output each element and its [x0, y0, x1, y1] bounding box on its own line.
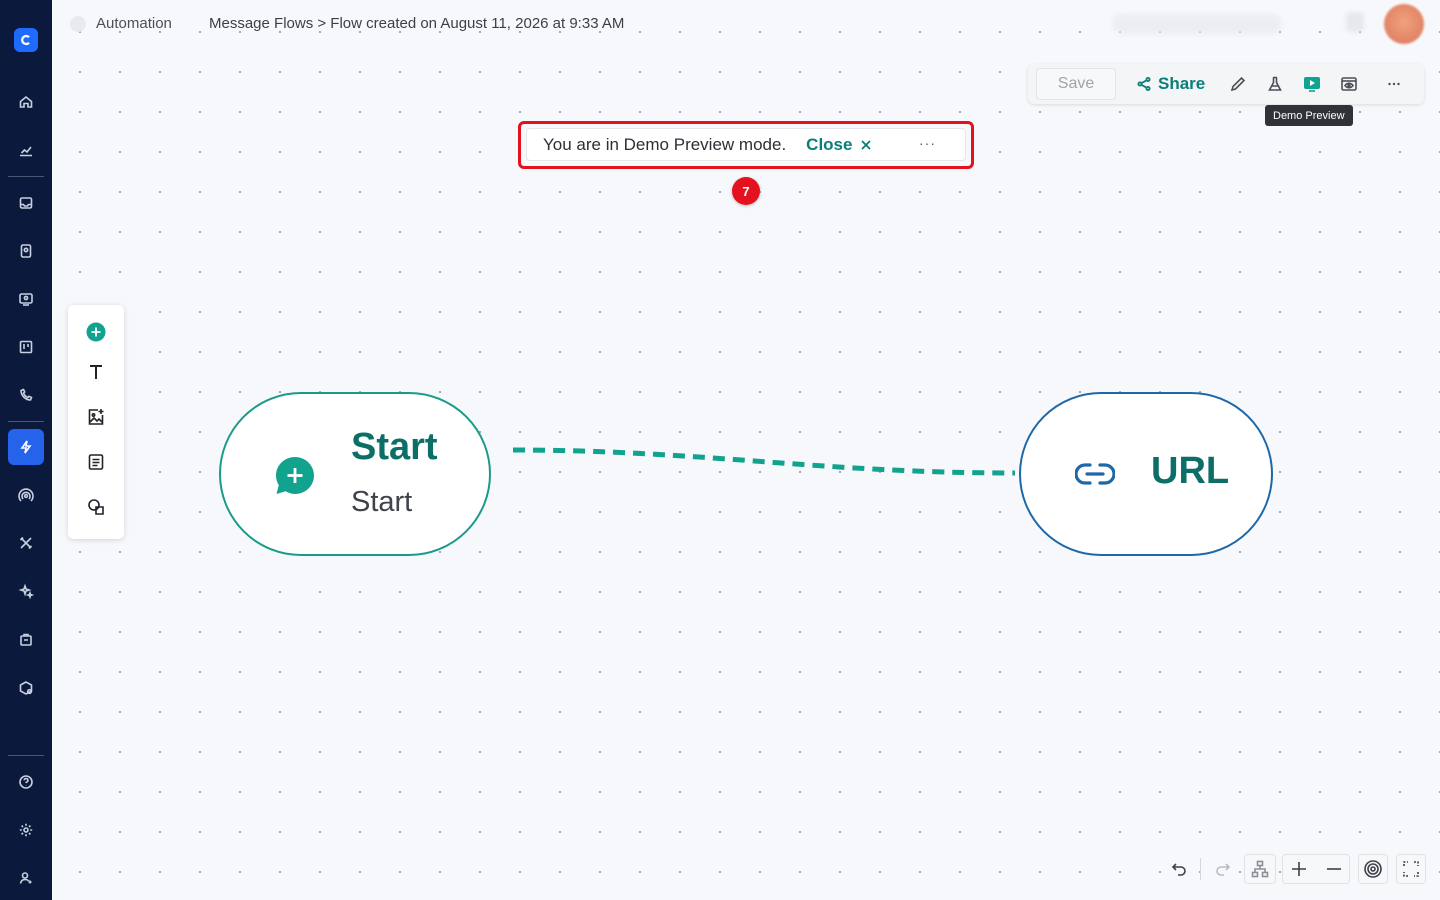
shapes-icon: [88, 499, 104, 515]
share-label: Share: [1158, 74, 1206, 93]
url-node-title: URL: [1151, 450, 1230, 492]
sidebar-item-user[interactable]: [8, 860, 44, 896]
settings-icon: [19, 823, 33, 837]
automation-icon: [20, 440, 32, 454]
help-icon: [19, 775, 33, 789]
url-node[interactable]: URL: [1019, 392, 1273, 556]
analytics-icon: [20, 146, 32, 157]
preview-button[interactable]: [1339, 74, 1359, 94]
undo-button[interactable]: [1166, 854, 1192, 884]
sidebar-item-automation[interactable]: [8, 429, 44, 465]
fit-view-button[interactable]: [1359, 854, 1387, 884]
pencil-icon: [1230, 76, 1246, 92]
demo-preview-tooltip: Demo Preview: [1265, 105, 1353, 126]
text-icon: [90, 365, 102, 379]
back-icon[interactable]: [70, 16, 86, 32]
image-icon: [88, 409, 104, 425]
sidebar-item-tools[interactable]: [8, 525, 44, 561]
add-node-button[interactable]: [84, 320, 108, 344]
link-icon: [1075, 463, 1115, 485]
breadcrumb-automation[interactable]: Automation: [96, 15, 172, 32]
fullscreen-button[interactable]: [1397, 854, 1425, 884]
plus-icon: [1292, 862, 1306, 876]
sidebar-item-home[interactable]: [8, 84, 44, 120]
notification-icon[interactable]: [1346, 12, 1364, 32]
flow-toolbar: Save Share: [1028, 64, 1424, 104]
app-logo[interactable]: [14, 28, 38, 52]
banner-text: You are in Demo Preview mode.: [543, 134, 787, 154]
flask-icon: [1268, 76, 1282, 91]
add-note-button[interactable]: [84, 450, 108, 474]
sidebar-item-commerce[interactable]: [8, 621, 44, 657]
hierarchy-icon: [1251, 860, 1269, 878]
note-icon: [88, 454, 104, 470]
home-icon: [19, 95, 33, 108]
sidebar-item-ai[interactable]: [8, 573, 44, 609]
add-shape-button[interactable]: [84, 495, 108, 519]
sidebar-item-contacts[interactable]: [8, 233, 44, 269]
add-text-button[interactable]: [84, 360, 108, 384]
add-node-icon: [86, 322, 106, 342]
control-divider: [1200, 858, 1201, 880]
minus-icon: [1327, 868, 1341, 870]
sidebar: [0, 0, 52, 900]
chat-icon: [19, 293, 33, 306]
zoom-in-button[interactable]: [1286, 854, 1312, 884]
fullscreen-icon: [1403, 861, 1419, 877]
commerce-icon: [20, 633, 32, 646]
blurred-status-pill: [1112, 14, 1282, 34]
share-button[interactable]: Share: [1136, 72, 1205, 96]
demo-preview-banner: You are in Demo Preview mode. Close ···: [526, 128, 966, 161]
tool-palette: [68, 305, 124, 539]
zoom-out-button[interactable]: [1321, 854, 1347, 884]
eye-window-icon: [1341, 77, 1357, 91]
redo-icon: [1216, 863, 1231, 876]
broadcast-icon: [18, 488, 34, 502]
banner-more-button[interactable]: ···: [919, 135, 936, 151]
integrations-icon: [19, 681, 33, 695]
start-node[interactable]: Start Start: [219, 392, 491, 556]
redo-button[interactable]: [1210, 854, 1236, 884]
contacts-icon: [20, 244, 32, 258]
sidebar-item-help[interactable]: [8, 764, 44, 800]
target-icon: [1364, 860, 1382, 878]
sidebar-item-phone[interactable]: [8, 377, 44, 413]
sidebar-item-analytics[interactable]: [8, 132, 44, 168]
sidebar-item-integrations[interactable]: [8, 670, 44, 706]
sidebar-item-settings[interactable]: [8, 812, 44, 848]
sidebar-item-chat[interactable]: [8, 281, 44, 317]
step-badge: 7: [732, 177, 760, 205]
auto-layout-button[interactable]: [1246, 854, 1274, 884]
avatar[interactable]: [1384, 4, 1424, 44]
add-image-button[interactable]: [84, 405, 108, 429]
ai-icon: [18, 583, 34, 599]
start-node-subtitle: Start: [351, 486, 413, 518]
banner-close-label: Close: [806, 134, 853, 154]
inbox-icon: [19, 197, 33, 209]
more-options-button[interactable]: [1384, 74, 1404, 94]
edit-button[interactable]: [1228, 74, 1248, 94]
start-node-title: Start: [351, 426, 438, 468]
sidebar-item-board[interactable]: [8, 329, 44, 365]
more-horizontal-icon: [1388, 82, 1400, 86]
close-icon: [861, 139, 872, 150]
sidebar-item-broadcast[interactable]: [8, 477, 44, 513]
user-icon: [19, 872, 32, 884]
save-button[interactable]: Save: [1036, 68, 1116, 100]
tools-icon: [19, 536, 33, 550]
share-icon: [1137, 76, 1151, 91]
whatsapp-add-icon: [276, 457, 314, 494]
demo-preview-button[interactable]: [1302, 74, 1322, 94]
test-button[interactable]: [1265, 74, 1285, 94]
board-icon: [19, 340, 33, 354]
play-preview-icon: [1304, 77, 1320, 92]
sidebar-item-inbox[interactable]: [8, 185, 44, 221]
breadcrumb-flow-path: Message Flows > Flow created on August 1…: [209, 15, 625, 32]
phone-icon: [20, 388, 33, 401]
undo-icon: [1171, 863, 1186, 876]
banner-close-button[interactable]: Close: [806, 135, 872, 155]
